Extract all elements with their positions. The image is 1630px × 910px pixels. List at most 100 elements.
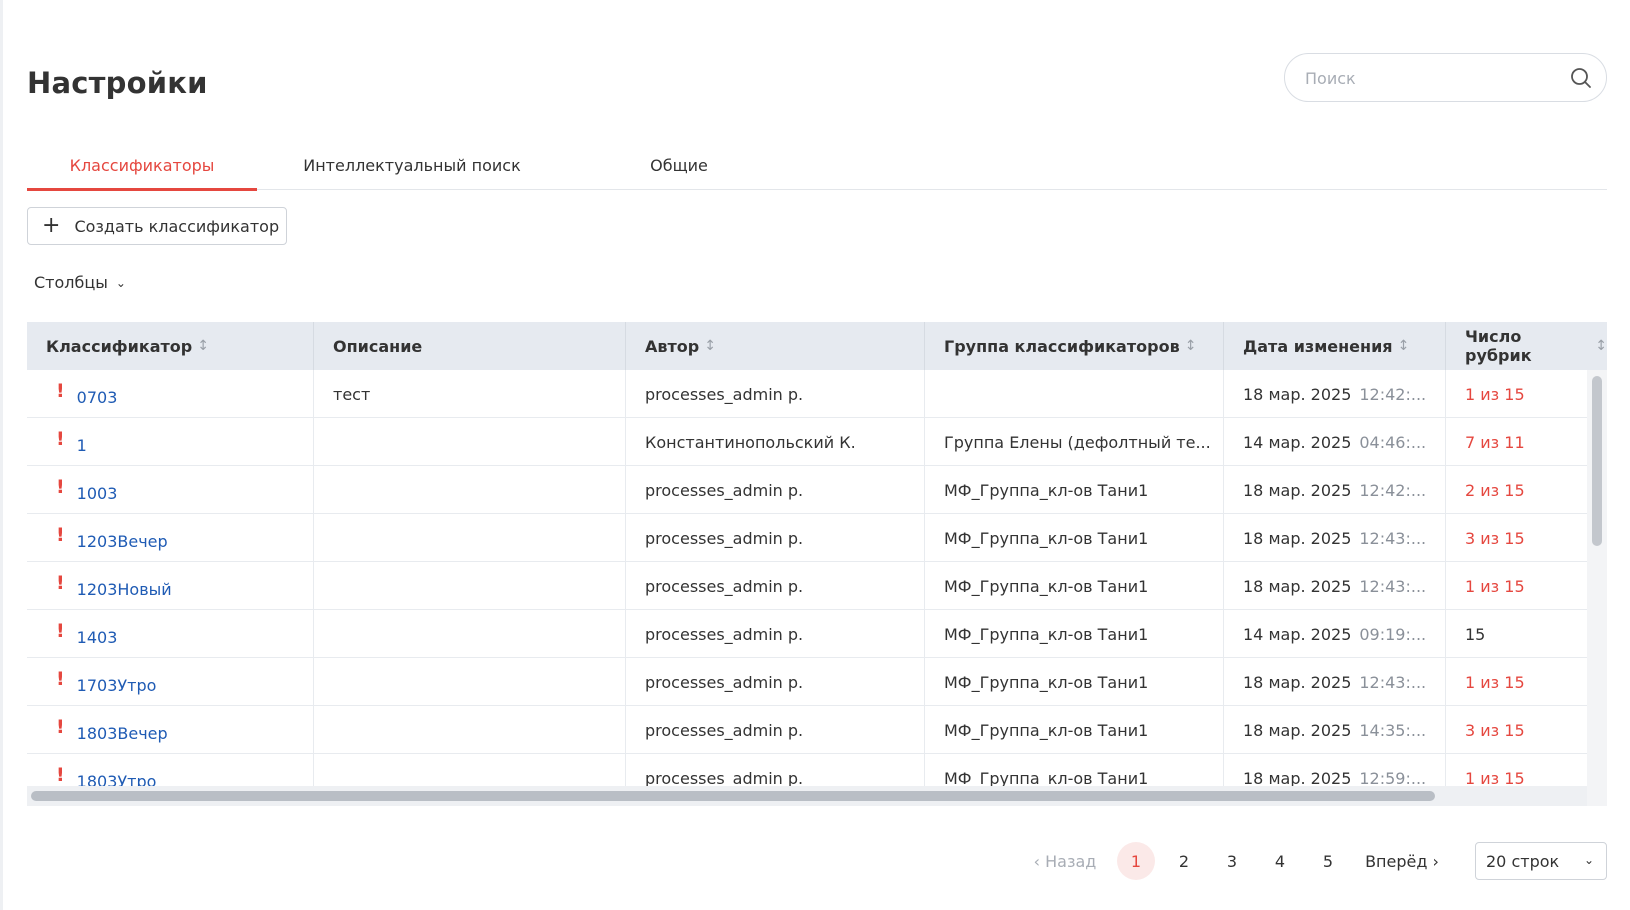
table-row[interactable]: ! 1203Вечер processes_admin p. МФ_Группа_… xyxy=(27,514,1587,562)
table-row[interactable]: ! 1803Вечер processes_admin p. МФ_Группа_… xyxy=(27,706,1587,754)
modified-date: 18 мар. 2025 xyxy=(1243,720,1352,740)
cell-rubrics: 1 из 15 xyxy=(1446,562,1587,610)
classifier-link[interactable]: 1203Вечер xyxy=(77,532,168,551)
cell-modified: 18 мар. 2025 12:43:... xyxy=(1224,514,1446,562)
warning-icon: ! xyxy=(56,716,65,738)
header-group[interactable]: Группа классификаторов ↕ xyxy=(925,322,1224,370)
modified-date: 18 мар. 2025 xyxy=(1243,768,1352,788)
cell-author: processes_admin p. xyxy=(626,562,925,610)
page-button-2[interactable]: 2 xyxy=(1165,842,1203,880)
table-header: Классификатор ↕ Описание Автор ↕ Группа кл… xyxy=(27,322,1607,370)
rows-per-page-value: 20 строк xyxy=(1486,851,1560,871)
cell-description xyxy=(314,562,626,610)
modified-date: 14 мар. 2025 xyxy=(1243,432,1352,452)
table-row[interactable]: ! 1403 processes_admin p. МФ_Группа_кл-ов… xyxy=(27,610,1587,658)
header-author[interactable]: Автор ↕ xyxy=(626,322,925,370)
modified-time: 12:42:... xyxy=(1359,384,1427,404)
cell-description: тест xyxy=(314,370,626,418)
cell-classifier: ! 1703Утро xyxy=(27,658,314,706)
search-box[interactable] xyxy=(1284,53,1607,102)
header-author-label: Автор xyxy=(645,336,700,356)
cell-description xyxy=(314,514,626,562)
cell-classifier: ! 1403 xyxy=(27,610,314,658)
rubrics-count: 1 из 15 xyxy=(1465,768,1525,788)
classifier-link[interactable]: 1003 xyxy=(77,484,118,503)
classifier-link[interactable]: 1803Вечер xyxy=(77,724,168,743)
modified-time: 12:43:... xyxy=(1359,672,1427,692)
next-page-button[interactable]: Вперёд › xyxy=(1360,842,1444,880)
rows-per-page-select[interactable]: 20 строк ⌄ xyxy=(1475,842,1607,880)
cell-modified: 14 мар. 2025 04:46:... xyxy=(1224,418,1446,466)
page-button-3[interactable]: 3 xyxy=(1213,842,1251,880)
header-description: Описание xyxy=(314,322,626,370)
table-row[interactable]: ! 1003 processes_admin p. МФ_Группа_кл-ов… xyxy=(27,466,1587,514)
chevron-down-icon: ⌄ xyxy=(115,275,126,290)
warning-icon: ! xyxy=(56,620,65,642)
classifier-link[interactable]: 0703 xyxy=(77,388,118,407)
header-modified[interactable]: Дата изменения ↕ xyxy=(1224,322,1446,370)
modified-date: 18 мар. 2025 xyxy=(1243,576,1352,596)
warning-icon: ! xyxy=(56,476,65,498)
classifier-link[interactable]: 1 xyxy=(77,436,87,455)
cell-rubrics: 2 из 15 xyxy=(1446,466,1587,514)
horizontal-scrollbar-thumb[interactable] xyxy=(31,791,1435,801)
rubrics-count: 1 из 15 xyxy=(1465,576,1525,596)
cell-modified: 18 мар. 2025 14:35:... xyxy=(1224,706,1446,754)
rubrics-count: 3 из 15 xyxy=(1465,720,1525,740)
sort-icon[interactable]: ↕ xyxy=(1398,338,1410,354)
chevron-down-icon: ⌄ xyxy=(1583,853,1594,867)
page-button-1[interactable]: 1 xyxy=(1117,842,1155,880)
prev-page-button[interactable]: ‹ Назад xyxy=(1030,842,1100,880)
prev-page-label: Назад xyxy=(1045,851,1097,871)
search-icon[interactable] xyxy=(1570,67,1592,89)
modified-time: 12:43:... xyxy=(1359,528,1427,548)
table-row[interactable]: ! 1203Новый processes_admin p. МФ_Группа_… xyxy=(27,562,1587,610)
vertical-scrollbar-thumb[interactable] xyxy=(1592,376,1602,546)
header-rubrics[interactable]: Число рубрик ↕ xyxy=(1446,322,1607,370)
modified-time: 12:42:... xyxy=(1359,480,1427,500)
cell-modified: 18 мар. 2025 12:43:... xyxy=(1224,658,1446,706)
tab-general[interactable]: Общие xyxy=(639,140,719,190)
modified-date: 18 мар. 2025 xyxy=(1243,480,1352,500)
cell-group: Группа Елены (дефолтный те... xyxy=(925,418,1224,466)
classifier-link[interactable]: 1703Утро xyxy=(77,676,157,695)
next-page-label: Вперёд xyxy=(1365,851,1428,871)
modified-date: 18 мар. 2025 xyxy=(1243,672,1352,692)
chevron-left-icon: ‹ xyxy=(1033,851,1046,871)
table-row[interactable]: ! 1 Константинопольский К. Группа Елены (… xyxy=(27,418,1587,466)
page-button-5[interactable]: 5 xyxy=(1309,842,1347,880)
columns-label: Столбцы xyxy=(34,273,108,292)
warning-icon: ! xyxy=(56,380,65,402)
sort-icon[interactable]: ↕ xyxy=(1185,338,1197,354)
search-input[interactable] xyxy=(1305,66,1555,90)
columns-dropdown[interactable]: Столбцы ⌄ xyxy=(34,273,126,292)
cell-modified: 14 мар. 2025 09:19:... xyxy=(1224,610,1446,658)
sort-icon[interactable]: ↕ xyxy=(704,338,716,354)
table-row[interactable]: ! 0703 тест processes_admin p. 18 мар. 20… xyxy=(27,370,1587,418)
header-classifier[interactable]: Классификатор ↕ xyxy=(27,322,314,370)
cell-rubrics: 3 из 15 xyxy=(1446,706,1587,754)
sort-icon[interactable]: ↕ xyxy=(197,338,209,354)
classifier-link[interactable]: 1203Новый xyxy=(77,580,172,599)
table-row[interactable]: ! 1703Утро processes_admin p. МФ_Группа_к… xyxy=(27,658,1587,706)
create-classifier-button[interactable]: + Создать классификатор xyxy=(27,207,287,245)
page-title: Настройки xyxy=(27,66,208,100)
classifier-link[interactable]: 1403 xyxy=(77,628,118,647)
cell-group: МФ_Группа_кл-ов Тани1 xyxy=(925,514,1224,562)
sort-icon[interactable]: ↕ xyxy=(1595,338,1607,354)
cell-rubrics: 3 из 15 xyxy=(1446,514,1587,562)
cell-classifier: ! 0703 xyxy=(27,370,314,418)
cell-description xyxy=(314,706,626,754)
cell-author: Константинопольский К. xyxy=(626,418,925,466)
page-button-4[interactable]: 4 xyxy=(1261,842,1299,880)
cell-rubrics: 15 xyxy=(1446,610,1587,658)
modified-date: 14 мар. 2025 xyxy=(1243,624,1352,644)
classifiers-table: Классификатор ↕ Описание Автор ↕ Группа кл… xyxy=(27,322,1607,806)
cell-modified: 18 мар. 2025 12:42:... xyxy=(1224,466,1446,514)
cell-group xyxy=(925,370,1224,418)
header-classifier-label: Классификатор xyxy=(46,336,193,356)
cell-description xyxy=(314,466,626,514)
tab-intellectual-search[interactable]: Интеллектуальный поиск xyxy=(282,140,542,190)
cell-classifier: ! 1003 xyxy=(27,466,314,514)
tab-classifiers[interactable]: Классификаторы xyxy=(27,140,257,191)
